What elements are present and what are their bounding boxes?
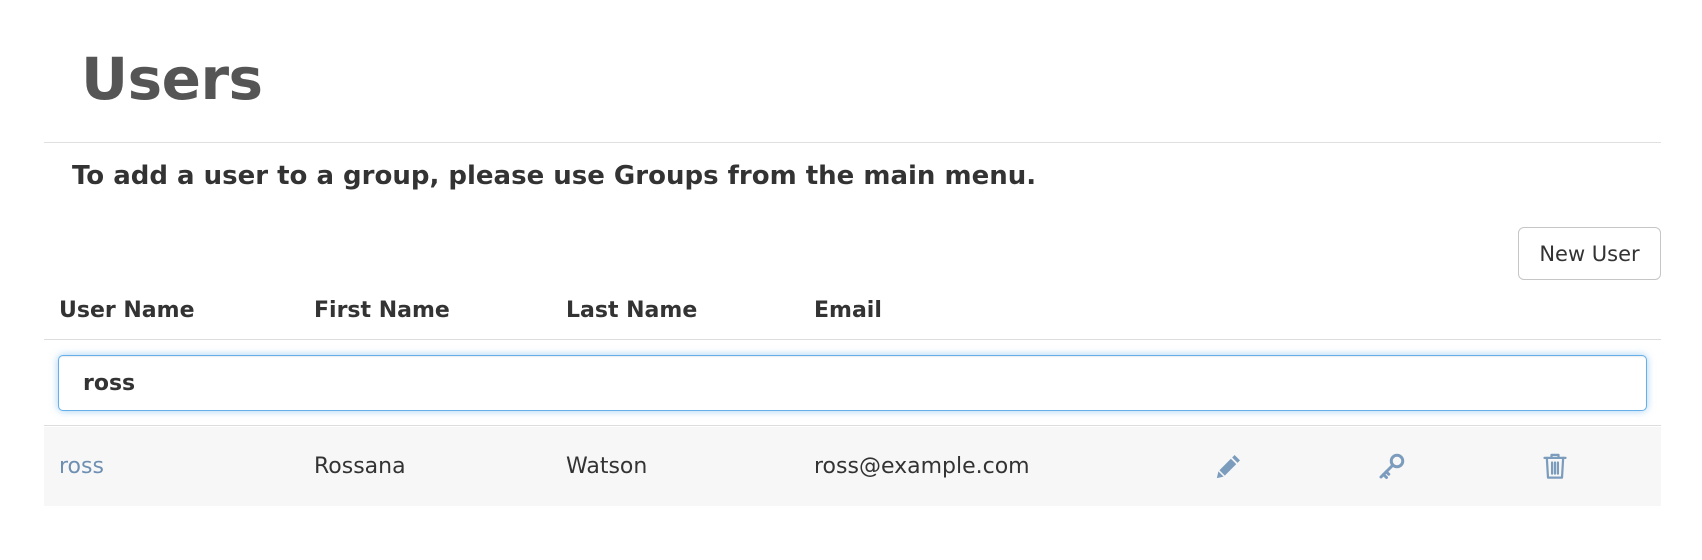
- column-header-first-name[interactable]: First Name: [314, 294, 450, 328]
- trash-icon: [1543, 453, 1567, 479]
- pencil-icon: [1216, 455, 1240, 479]
- title-divider: [44, 142, 1661, 143]
- first-name-cell: Rossana: [314, 454, 406, 479]
- page-title: Users: [81, 45, 263, 113]
- email-cell: ross@example.com: [814, 454, 1030, 479]
- user-name-link[interactable]: ross: [59, 427, 104, 506]
- user-filter-input[interactable]: [58, 355, 1647, 411]
- filter-row: [44, 340, 1661, 426]
- key-icon: [1379, 453, 1405, 480]
- edit-user-button[interactable]: [1214, 451, 1244, 481]
- column-header-email[interactable]: Email: [814, 294, 882, 328]
- column-header-user-name[interactable]: User Name: [59, 294, 195, 328]
- column-header-last-name[interactable]: Last Name: [566, 294, 697, 328]
- reset-password-button[interactable]: [1377, 451, 1407, 481]
- last-name-cell: Watson: [566, 454, 648, 479]
- delete-user-button[interactable]: [1540, 451, 1570, 481]
- info-text: To add a user to a group, please use Gro…: [72, 161, 1037, 191]
- table-header: User Name First Name Last Name Email: [44, 294, 1661, 340]
- table-row: ross Rossana Watson ross@example.com: [44, 427, 1661, 506]
- new-user-button[interactable]: New User: [1518, 227, 1661, 280]
